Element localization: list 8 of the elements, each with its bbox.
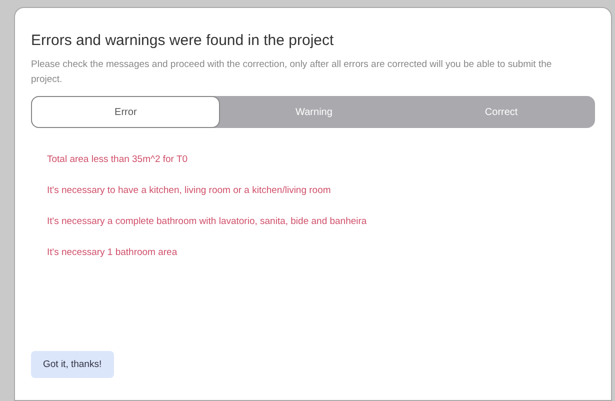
- error-message: It's necessary 1 bathroom area: [47, 246, 178, 260]
- dialog-description: Please check the messages and proceed with the correction, only after all errors are corrected will you be able to submit the project.: [31, 58, 553, 87]
- error-message: Total area less than 35m^2 for T0: [47, 153, 189, 167]
- confirm-button[interactable]: Got it, thanks!: [31, 351, 114, 378]
- error-message: It's necessary a complete bathroom with lavatorio, sanita, bide and banheira: [47, 215, 368, 229]
- error-message: It's necessary to have a kitchen, living room or a kitchen/living room: [47, 184, 332, 198]
- tab[interactable]: Error: [31, 96, 220, 128]
- dialog-title: Errors and warnings were found in the project: [31, 32, 335, 49]
